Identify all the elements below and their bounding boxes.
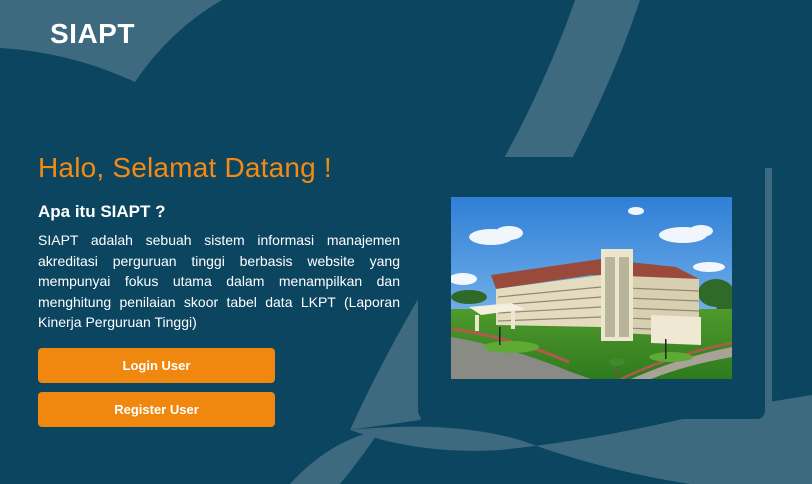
- annex: [651, 315, 701, 345]
- photo-frame: [418, 157, 765, 419]
- login-user-button[interactable]: Login User: [38, 348, 275, 383]
- register-user-button[interactable]: Register User: [38, 392, 275, 427]
- about-subheading: Apa itu SIAPT ?: [38, 202, 166, 221]
- about-description: SIAPT adalah sebuah sistem informasi man…: [38, 232, 400, 330]
- campus-building-photo: [451, 197, 732, 379]
- lawn-patch: [483, 341, 539, 353]
- brand-logo-text: SIAPT: [50, 18, 135, 49]
- bottom-left-accent-shape: [290, 430, 380, 484]
- right-edge-shape: [765, 168, 772, 418]
- welcome-headline: Halo, Selamat Datang !: [38, 152, 332, 183]
- hero-section: Halo, Selamat Datang ! Apa itu SIAPT ? S…: [38, 152, 400, 333]
